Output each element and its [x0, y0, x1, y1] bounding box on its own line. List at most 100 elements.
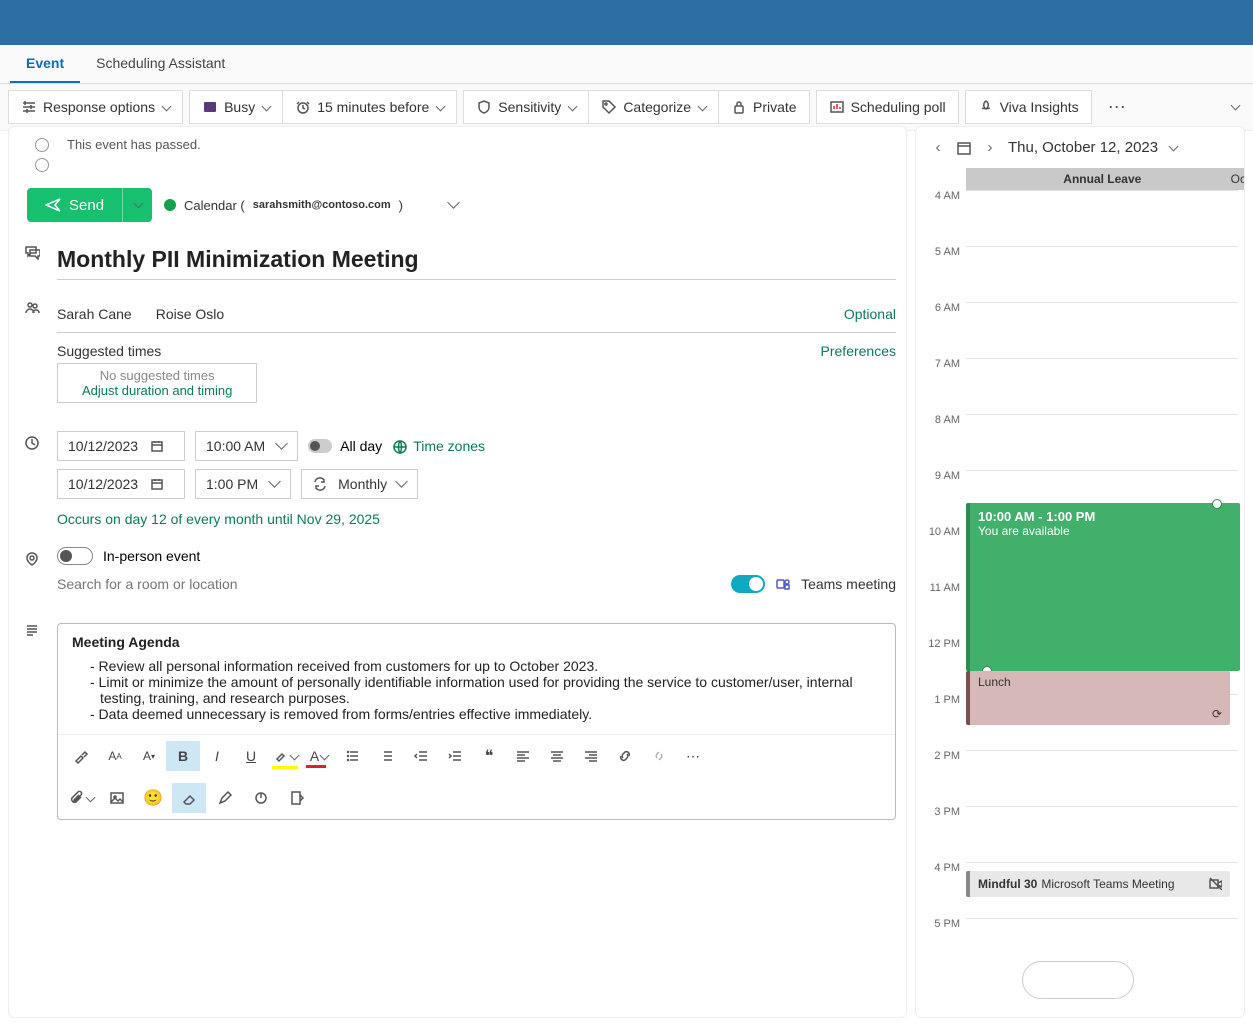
preview-date[interactable]: Thu, October 12, 2023	[1008, 139, 1158, 156]
italic-button[interactable]: I	[200, 741, 234, 771]
chevron-down-icon	[289, 748, 298, 764]
end-time-select[interactable]: 1:00 PM	[195, 469, 291, 499]
calendar-today-icon	[956, 140, 972, 156]
hour-cell[interactable]	[966, 190, 1238, 246]
outdent-button[interactable]	[404, 741, 438, 771]
emoji-button[interactable]: 🙂	[136, 783, 170, 813]
ribbon-more-button[interactable]: ⋯	[1098, 93, 1136, 122]
send-button[interactable]: Send	[27, 188, 152, 222]
hour-cell[interactable]	[966, 358, 1238, 414]
categorize-label: Categorize	[623, 99, 691, 115]
calendar-picker[interactable]: Calendar ( sarahsmith@contoso.com )	[164, 198, 459, 213]
underline-button[interactable]: U	[234, 741, 268, 771]
teams-meeting-toggle[interactable]	[731, 575, 765, 593]
font-size-button[interactable]: A▾	[132, 741, 166, 771]
hour-cell[interactable]	[966, 750, 1238, 806]
hour-cell[interactable]	[966, 246, 1238, 302]
event-title-input[interactable]	[57, 240, 896, 280]
response-options-label: Response options	[43, 99, 155, 115]
hour-label: 9 AM	[922, 470, 966, 526]
response-options-button[interactable]: Response options	[8, 90, 183, 124]
in-person-toggle[interactable]	[57, 547, 93, 565]
categorize-button[interactable]: Categorize	[589, 90, 719, 124]
end-time-value: 1:00 PM	[206, 476, 258, 492]
description-editor[interactable]: Meeting Agenda - Review all personal inf…	[57, 623, 896, 820]
recurrence-select[interactable]: Monthly	[301, 469, 418, 499]
hour-cell[interactable]	[966, 302, 1238, 358]
sensitivity-label: Sensitivity	[498, 99, 561, 115]
all-day-label: All day	[340, 438, 382, 454]
today-button[interactable]	[956, 140, 972, 156]
end-date-input[interactable]: 10/12/2023	[57, 469, 185, 499]
adjust-link[interactable]: Adjust duration and timing	[82, 383, 232, 398]
scheduling-poll-label: Scheduling poll	[851, 99, 946, 115]
send-dropdown[interactable]	[122, 188, 152, 222]
agenda-heading: Meeting Agenda	[72, 634, 180, 650]
attach-button[interactable]	[64, 783, 98, 813]
align-left-button[interactable]	[506, 741, 540, 771]
mindful-event-block[interactable]: Mindful 30 Microsoft Teams Meeting	[966, 871, 1230, 897]
lock-icon	[731, 99, 747, 115]
lunch-event-block[interactable]: Lunch ⟳	[966, 671, 1230, 725]
align-center-button[interactable]	[540, 741, 574, 771]
bullets-button[interactable]	[336, 741, 370, 771]
insert-image-button[interactable]	[100, 783, 134, 813]
chevron-down-icon	[261, 99, 270, 115]
toolbar-more-button[interactable]: ⋯	[676, 741, 710, 771]
loop-icon	[253, 790, 269, 806]
allday-event-date: Oct 13	[1231, 172, 1245, 186]
allday-event-bar[interactable]: Annual Leave Oct 13 ›	[966, 168, 1245, 190]
time-zones-link[interactable]: Time zones	[392, 438, 485, 454]
highlight-button[interactable]	[268, 741, 302, 771]
info-icon	[35, 138, 49, 152]
attendee-chip[interactable]: Sarah Cane	[57, 306, 132, 322]
align-right-button[interactable]	[574, 741, 608, 771]
paperclip-icon	[69, 790, 85, 806]
ribbon-overflow-chevron[interactable]	[1230, 98, 1239, 115]
current-event-block[interactable]: 10:00 AM - 1:00 PM You are available	[966, 503, 1240, 671]
font-color-button[interactable]: A	[302, 741, 336, 771]
start-time-select[interactable]: 10:00 AM	[195, 431, 298, 461]
busy-status-button[interactable]: Busy	[189, 90, 283, 124]
calendar-color-icon	[164, 199, 176, 211]
signature-button[interactable]	[208, 783, 242, 813]
location-input[interactable]	[57, 576, 721, 592]
chevron-down-icon	[397, 479, 407, 489]
link-button[interactable]	[608, 741, 642, 771]
font-button[interactable]: AA	[98, 741, 132, 771]
start-date-input[interactable]: 10/12/2023	[57, 431, 185, 461]
hour-cell[interactable]	[966, 414, 1238, 470]
attendee-chip[interactable]: Roise Oslo	[156, 306, 224, 322]
recurrence-value: Monthly	[338, 476, 387, 492]
hour-row: 7 AM	[922, 358, 1238, 414]
numbered-list-button[interactable]	[370, 741, 404, 771]
optional-attendees-link[interactable]: Optional	[844, 306, 896, 322]
reminder-button[interactable]: 15 minutes before	[283, 90, 457, 124]
tab-event[interactable]: Event	[10, 45, 80, 83]
suggested-times-box[interactable]: No suggested times Adjust duration and t…	[57, 363, 257, 403]
private-button[interactable]: Private	[719, 90, 810, 124]
unlink-button[interactable]	[642, 741, 676, 771]
template-button[interactable]	[280, 783, 314, 813]
next-day-button[interactable]: ›	[982, 139, 998, 156]
day-preview-panel: ‹ › Thu, October 12, 2023 Annual Leave O…	[915, 126, 1245, 1018]
floating-action-buttons[interactable]	[1022, 961, 1134, 999]
chevron-down-icon	[435, 99, 444, 115]
scheduling-poll-button[interactable]: Scheduling poll	[816, 90, 959, 124]
prev-day-button[interactable]: ‹	[930, 139, 946, 156]
hour-cell[interactable]	[966, 806, 1238, 862]
editor-suggestions-button[interactable]	[172, 783, 206, 813]
recur-icon: ⟳	[1212, 707, 1222, 721]
sensitivity-button[interactable]: Sensitivity	[463, 90, 589, 124]
tab-scheduling-assistant[interactable]: Scheduling Assistant	[80, 45, 241, 83]
all-day-toggle[interactable]: All day	[308, 438, 382, 454]
quote-button[interactable]: ❝	[472, 741, 506, 771]
preferences-link[interactable]: Preferences	[821, 343, 896, 359]
format-painter-button[interactable]	[64, 741, 98, 771]
recur-icon	[312, 476, 328, 492]
viva-insights-button[interactable]: Viva Insights	[965, 90, 1092, 124]
indent-button[interactable]	[438, 741, 472, 771]
bold-button[interactable]: B	[166, 741, 200, 771]
pen-icon	[217, 790, 233, 806]
loop-button[interactable]	[244, 783, 278, 813]
